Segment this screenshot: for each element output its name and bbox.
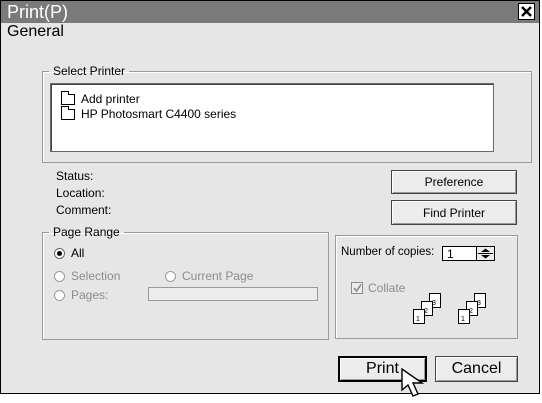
radio-all-label: All: [71, 246, 85, 260]
page-range-legend: Page Range: [53, 225, 120, 239]
radio-selection-label: Selection: [71, 269, 121, 283]
radio-pages[interactable]: Pages:: [54, 288, 108, 302]
window-title: Print(P): [7, 2, 69, 22]
comment-label: Comment:: [56, 203, 112, 217]
mouse-pointer-icon: [401, 367, 433, 403]
location-label: Location:: [56, 186, 105, 200]
section-title: General: [7, 23, 64, 40]
collate-checkbox[interactable]: [351, 282, 363, 294]
collate-label: Collate: [368, 281, 406, 295]
select-printer-legend: Select Printer: [53, 64, 126, 78]
preference-button[interactable]: Preference: [391, 170, 517, 194]
printer-list[interactable]: Add printer HP Photosmart C4400 series: [50, 83, 494, 152]
cancel-button[interactable]: Cancel: [435, 356, 518, 382]
copies-label: Number of copies:: [341, 246, 435, 258]
folder-icon: [61, 90, 75, 105]
pages-input[interactable]: [148, 287, 318, 301]
close-icon[interactable]: [518, 3, 535, 20]
radio-button[interactable]: [54, 247, 65, 259]
radio-current-page-label: Current Page: [182, 269, 254, 283]
printer-item-hp[interactable]: HP Photosmart C4400 series: [61, 105, 237, 121]
radio-pages-label: Pages:: [71, 288, 109, 302]
collate-checkbox-row[interactable]: Collate: [351, 281, 405, 295]
status-label: Status:: [56, 169, 94, 183]
radio-all[interactable]: All: [54, 246, 84, 260]
folder-icon: [61, 105, 75, 120]
radio-button[interactable]: [54, 289, 65, 301]
radio-selection[interactable]: Selection: [54, 269, 120, 283]
radio-button[interactable]: [54, 270, 65, 282]
print-dialog: Print(P) General Select Printer Add prin…: [0, 0, 540, 397]
radio-button[interactable]: [165, 270, 176, 282]
printer-item-label: Add printer: [81, 92, 140, 106]
radio-current-page[interactable]: Current Page: [165, 269, 253, 283]
title-bar[interactable]: Print(P): [1, 1, 539, 23]
printer-item-add[interactable]: Add printer: [61, 90, 140, 106]
printer-item-label: HP Photosmart C4400 series: [81, 107, 237, 121]
copies-value: 1: [447, 247, 454, 261]
copies-stepper[interactable]: 1: [442, 246, 495, 261]
find-printer-button[interactable]: Find Printer: [391, 200, 517, 225]
stepper-arrows-icon[interactable]: [476, 247, 494, 260]
